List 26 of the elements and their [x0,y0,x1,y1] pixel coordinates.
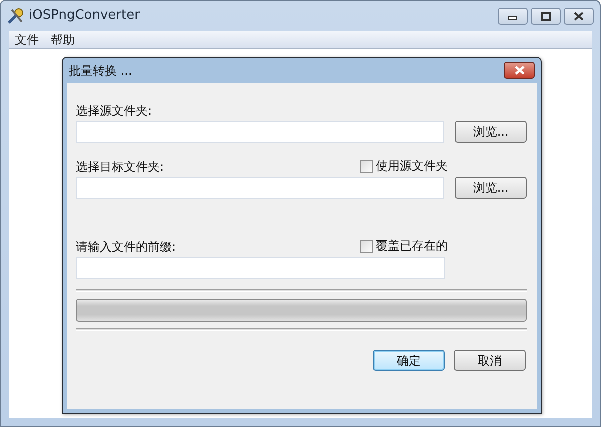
checkbox-label: 使用源文件夹 [376,158,448,175]
dialog-title: 批量转换 ... [69,62,132,80]
checkbox[interactable] [360,240,373,252]
browse-button[interactable]: 浏览... [455,121,527,143]
checkbox-label: 覆盖已存在的 [376,238,448,255]
text-field[interactable] [76,257,445,279]
field-label: 选择源文件夹: [76,103,152,119]
field-label: 选择目标文件夹: [76,159,164,175]
close-button[interactable] [504,62,535,79]
wrench-brush-icon [7,7,25,25]
checkbox[interactable] [360,160,373,172]
menu-item[interactable]: 文件 [9,30,45,48]
close-icon [573,12,585,20]
window-title: iOSPngConverter [29,7,140,26]
ok-button[interactable]: 确定 [373,350,445,371]
menu-item[interactable]: 帮助 [45,30,81,48]
close-icon [512,66,526,75]
close-button[interactable] [564,8,594,24]
text-field[interactable] [76,177,444,199]
maximize-icon [540,12,552,20]
cancel-button[interactable]: 取消 [454,350,526,371]
maximize-button[interactable] [531,8,561,24]
minimize-button[interactable] [498,8,528,24]
field-label: 请输入文件的前缀: [76,239,176,255]
browse-button[interactable]: 浏览... [455,177,527,199]
text-field[interactable] [76,121,444,143]
